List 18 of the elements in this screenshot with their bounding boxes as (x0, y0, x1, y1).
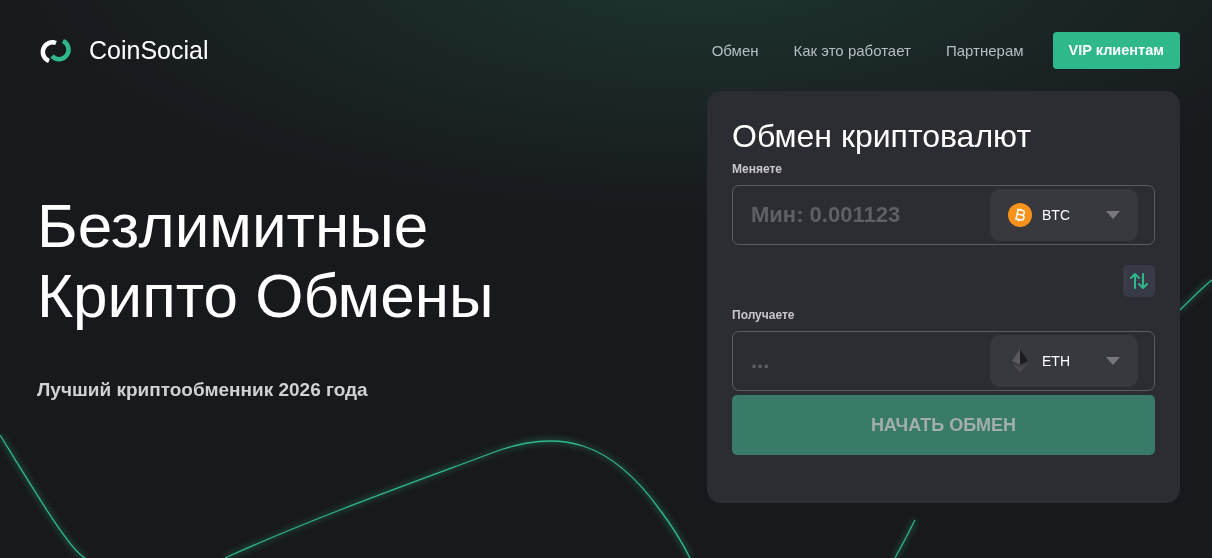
currency-select[interactable]: BTC (990, 189, 1138, 241)
hero-title: Безлимитные Крипто Обмены (37, 191, 494, 331)
nav-link[interactable]: Обмен (711, 42, 759, 59)
bitcoin-icon (1008, 203, 1032, 227)
card-title: Обмен криптовалют (732, 117, 1033, 156)
field-label: Получаете (732, 308, 796, 322)
caret-icon (1106, 357, 1120, 365)
wave-line (895, 520, 915, 558)
swap-icon (1129, 271, 1149, 291)
nav-link[interactable]: Как это работает (793, 42, 911, 59)
nav-link[interactable]: Партнерам (945, 42, 1024, 59)
logo-text: CoinSocial (89, 36, 209, 65)
hero-subtitle: Лучший криптообменник 2026 года (37, 379, 369, 401)
swap-button[interactable] (1123, 265, 1155, 297)
currency-select[interactable]: ETH (990, 335, 1138, 387)
wave-line (1180, 280, 1212, 310)
caret-icon (1106, 211, 1120, 219)
field-label: Меняете (732, 162, 783, 176)
